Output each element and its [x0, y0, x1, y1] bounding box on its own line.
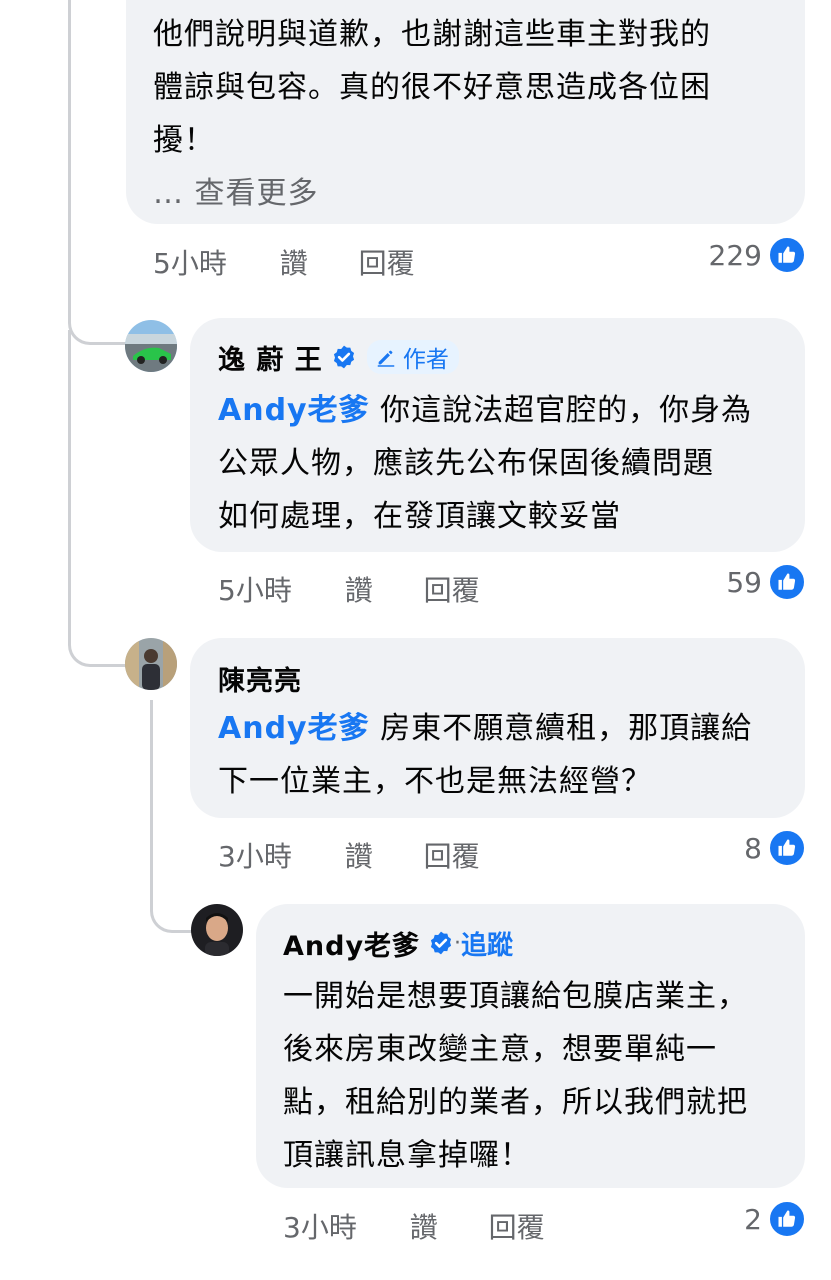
- comment-meta: 3小時 讚 回覆: [283, 1208, 545, 1248]
- mention-link[interactable]: Andy老爹: [218, 393, 370, 428]
- separator-dot: ·: [454, 930, 462, 956]
- verified-badge-icon: [331, 344, 357, 370]
- reply-button[interactable]: 回覆: [424, 837, 480, 877]
- comment-text-line: Andy老爹 房東不願意續租，那頂讓給: [218, 702, 805, 755]
- comment-text-line: 如何處理，在發頂讓文較妥當: [218, 499, 621, 534]
- pencil-icon: [377, 350, 395, 367]
- reaction-count[interactable]: 59: [690, 563, 762, 603]
- comment-time: 5小時: [218, 574, 292, 607]
- thread-line-reply: [150, 700, 195, 933]
- like-button[interactable]: 讚: [410, 1208, 438, 1248]
- thread-line-main: [68, 0, 131, 345]
- author-badge: 作者: [366, 340, 459, 374]
- reply-button[interactable]: 回覆: [359, 244, 415, 284]
- author-badge-label: 作者: [402, 347, 449, 373]
- comment-bubble: 他們說明與道歉，也謝謝這些車主對我的 體諒與包容。真的很不好意思造成各位困 擾！…: [126, 0, 805, 224]
- comment-text: 你這說法超官腔的，你身為: [369, 393, 753, 428]
- comment-text-line: Andy老爹 你這說法超官腔的，你身為: [218, 384, 805, 437]
- comment-bubble: Andy老爹 · 追蹤 一開始是想要頂讓給包膜店業主， 後來房東改變主意，想要單…: [256, 904, 805, 1188]
- reaction-count[interactable]: 8: [690, 829, 762, 869]
- like-button[interactable]: 讚: [345, 837, 373, 877]
- comment-author[interactable]: 陳亮亮: [218, 659, 302, 698]
- comment-time: 3小時: [283, 1211, 357, 1244]
- comment-text-line: 頂讓訊息拿掉囉！: [283, 1138, 531, 1173]
- thread-line-main-2: [68, 330, 131, 667]
- reaction-count[interactable]: 2: [690, 1200, 762, 1240]
- comment-text-line: 擾！: [153, 123, 215, 158]
- see-more-link[interactable]: … 查看更多: [153, 167, 805, 220]
- avatar[interactable]: [125, 638, 177, 690]
- comment-author[interactable]: 逸 蔚 王: [218, 338, 323, 377]
- comment-time: 3小時: [218, 840, 292, 873]
- comment-text-line: 體諒與包容。真的很不好意思造成各位困: [153, 70, 711, 105]
- verified-badge-icon: [428, 930, 454, 956]
- like-reaction-icon: [768, 236, 806, 274]
- comment-text: 房東不願意續租，那頂讓給: [369, 711, 753, 746]
- like-button[interactable]: 讚: [280, 244, 308, 284]
- comment-text-line: 他們說明與道歉，也謝謝這些車主對我的: [153, 17, 711, 52]
- avatar[interactable]: [125, 320, 177, 372]
- reply-button[interactable]: 回覆: [424, 571, 480, 611]
- avatar[interactable]: [191, 904, 243, 956]
- like-reaction-icon: [768, 829, 806, 867]
- like-reaction-icon: [768, 1200, 806, 1238]
- comment-text-line: 點，租給別的業者，所以我們就把: [283, 1085, 748, 1120]
- follow-button[interactable]: 追蹤: [461, 925, 513, 962]
- comment-meta: 5小時 讚 回覆: [153, 244, 415, 284]
- reaction-count[interactable]: 229: [690, 236, 762, 276]
- comment-meta: 5小時 讚 回覆: [218, 571, 480, 611]
- comment-bubble: 逸 蔚 王 作者 Andy老爹 你這說法超官腔的，你身為 公眾人物，應該先公布保…: [190, 318, 805, 552]
- like-reaction-icon: [768, 563, 806, 601]
- comment-text-line: 一開始是想要頂讓給包膜店業主，: [283, 979, 748, 1014]
- comment-time: 5小時: [153, 247, 227, 280]
- reply-button[interactable]: 回覆: [489, 1208, 545, 1248]
- comment-bubble: 陳亮亮 Andy老爹 房東不願意續租，那頂讓給 下一位業主，不也是無法經營？: [190, 638, 805, 818]
- mention-link[interactable]: Andy老爹: [218, 711, 370, 746]
- comment-text-line: 公眾人物，應該先公布保固後續問題: [218, 446, 714, 481]
- comment-author[interactable]: Andy老爹: [283, 924, 420, 963]
- comment-meta: 3小時 讚 回覆: [218, 837, 480, 877]
- comment-text-line: 下一位業主，不也是無法經營？: [218, 764, 652, 799]
- comment-text-line: 後來房東改變主意，想要單純一: [283, 1032, 717, 1067]
- like-button[interactable]: 讚: [345, 571, 373, 611]
